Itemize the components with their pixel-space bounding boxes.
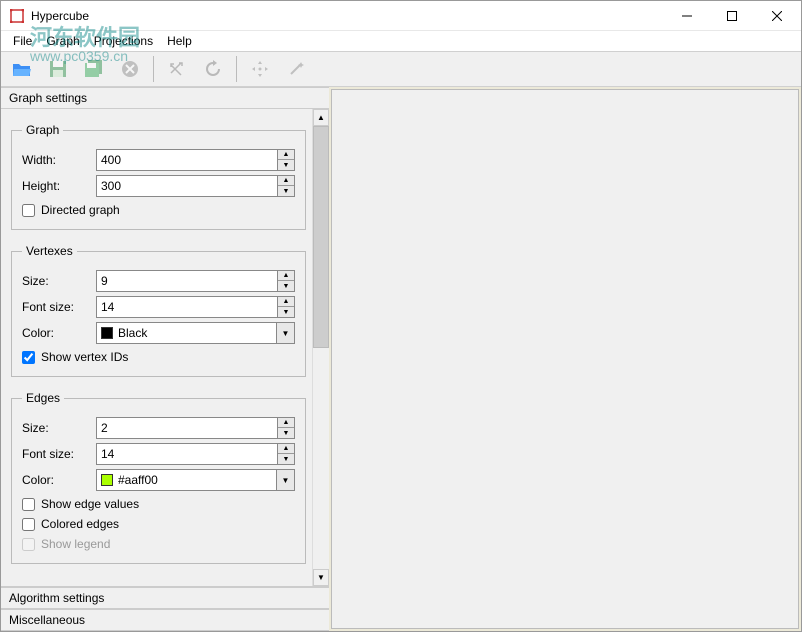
graph-fieldset: Graph Width: ▲▼ Height: ▲▼	[11, 123, 306, 230]
close-file-button	[115, 54, 145, 84]
menu-projections[interactable]: Projections	[88, 32, 159, 50]
dropdown-icon[interactable]: ▼	[277, 469, 295, 491]
menu-file[interactable]: File	[7, 32, 38, 50]
vertexes-fieldset: Vertexes Size: ▲▼ Font size: ▲▼	[11, 244, 306, 377]
show-legend-label: Show legend	[41, 537, 110, 551]
menubar: File Graph Projections Help	[1, 31, 801, 51]
app-icon	[9, 8, 25, 24]
titlebar: Hypercube	[1, 1, 801, 31]
edge-color-combo[interactable]: #aaff00 ▼	[96, 469, 295, 491]
spin-up-icon[interactable]: ▲	[278, 150, 294, 160]
width-spinner[interactable]: ▲▼	[278, 149, 295, 171]
width-label: Width:	[22, 153, 90, 167]
edge-color-name: #aaff00	[118, 473, 158, 487]
spin-down-icon[interactable]: ▼	[278, 307, 294, 317]
vertexes-legend: Vertexes	[22, 244, 77, 258]
toolbar-separator-2	[236, 56, 237, 82]
spin-up-icon[interactable]: ▲	[278, 297, 294, 307]
spin-down-icon[interactable]: ▼	[278, 160, 294, 170]
algorithm-settings-header[interactable]: Algorithm settings	[1, 587, 329, 609]
height-input[interactable]	[96, 175, 278, 197]
scroll-track[interactable]	[313, 126, 329, 569]
vertex-size-spinner[interactable]: ▲▼	[278, 270, 295, 292]
save-button	[43, 54, 73, 84]
vertex-size-input[interactable]	[96, 270, 278, 292]
show-legend-checkbox	[22, 538, 35, 551]
show-edge-values-label: Show edge values	[41, 497, 139, 511]
form-area: Graph Width: ▲▼ Height: ▲▼	[1, 109, 312, 586]
edge-fontsize-input[interactable]	[96, 443, 278, 465]
edge-size-input[interactable]	[96, 417, 278, 439]
miscellaneous-header[interactable]: Miscellaneous	[1, 609, 329, 631]
dropdown-icon[interactable]: ▼	[277, 322, 295, 344]
reload-button	[198, 54, 228, 84]
settings-scrollbar[interactable]: ▲ ▼	[312, 109, 329, 586]
menu-help[interactable]: Help	[161, 32, 198, 50]
toolbar-separator	[153, 56, 154, 82]
save-all-button	[79, 54, 109, 84]
canvas-area	[331, 89, 799, 629]
edge-fontsize-label: Font size:	[22, 447, 90, 461]
height-label: Height:	[22, 179, 90, 193]
scroll-up-icon[interactable]: ▲	[313, 109, 329, 126]
colored-edges-label: Colored edges	[41, 517, 119, 531]
show-edge-values-checkbox[interactable]	[22, 498, 35, 511]
window-title: Hypercube	[31, 9, 664, 23]
spin-up-icon[interactable]: ▲	[278, 418, 294, 428]
height-spinner[interactable]: ▲▼	[278, 175, 295, 197]
vertex-color-combo[interactable]: Black ▼	[96, 322, 295, 344]
move-button	[245, 54, 275, 84]
wand-button	[281, 54, 311, 84]
transform-button	[162, 54, 192, 84]
settings-panel: Graph settings Graph Width: ▲▼ Height:	[1, 87, 329, 631]
vertex-fontsize-spinner[interactable]: ▲▼	[278, 296, 295, 318]
spin-up-icon[interactable]: ▲	[278, 271, 294, 281]
close-button[interactable]	[754, 2, 799, 30]
menu-graph[interactable]: Graph	[40, 32, 85, 50]
graph-settings-body: Graph Width: ▲▼ Height: ▲▼	[1, 109, 329, 587]
vertex-color-swatch	[101, 327, 113, 339]
vertex-color-name: Black	[118, 326, 147, 340]
vertex-fontsize-label: Font size:	[22, 300, 90, 314]
edge-color-label: Color:	[22, 473, 90, 487]
graph-settings-header[interactable]: Graph settings	[1, 87, 329, 109]
edge-color-swatch	[101, 474, 113, 486]
vertex-color-label: Color:	[22, 326, 90, 340]
edge-size-spinner[interactable]: ▲▼	[278, 417, 295, 439]
spin-down-icon[interactable]: ▼	[278, 454, 294, 464]
spin-down-icon[interactable]: ▼	[278, 186, 294, 196]
scroll-thumb[interactable]	[313, 126, 329, 348]
directed-label: Directed graph	[41, 203, 120, 217]
scroll-down-icon[interactable]: ▼	[313, 569, 329, 586]
content-area: Graph settings Graph Width: ▲▼ Height:	[1, 87, 801, 631]
graph-legend: Graph	[22, 123, 63, 137]
directed-checkbox[interactable]	[22, 204, 35, 217]
toolbar	[1, 51, 801, 87]
edge-size-label: Size:	[22, 421, 90, 435]
spin-up-icon[interactable]: ▲	[278, 176, 294, 186]
spin-up-icon[interactable]: ▲	[278, 444, 294, 454]
show-vertex-ids-checkbox[interactable]	[22, 351, 35, 364]
edges-fieldset: Edges Size: ▲▼ Font size: ▲▼	[11, 391, 306, 564]
vertex-size-label: Size:	[22, 274, 90, 288]
spin-down-icon[interactable]: ▼	[278, 428, 294, 438]
edges-legend: Edges	[22, 391, 64, 405]
maximize-button[interactable]	[709, 2, 754, 30]
open-button[interactable]	[7, 54, 37, 84]
width-input[interactable]	[96, 149, 278, 171]
vertex-fontsize-input[interactable]	[96, 296, 278, 318]
spin-down-icon[interactable]: ▼	[278, 281, 294, 291]
show-vertex-ids-label: Show vertex IDs	[41, 350, 128, 364]
colored-edges-checkbox[interactable]	[22, 518, 35, 531]
minimize-button[interactable]	[664, 2, 709, 30]
edge-fontsize-spinner[interactable]: ▲▼	[278, 443, 295, 465]
